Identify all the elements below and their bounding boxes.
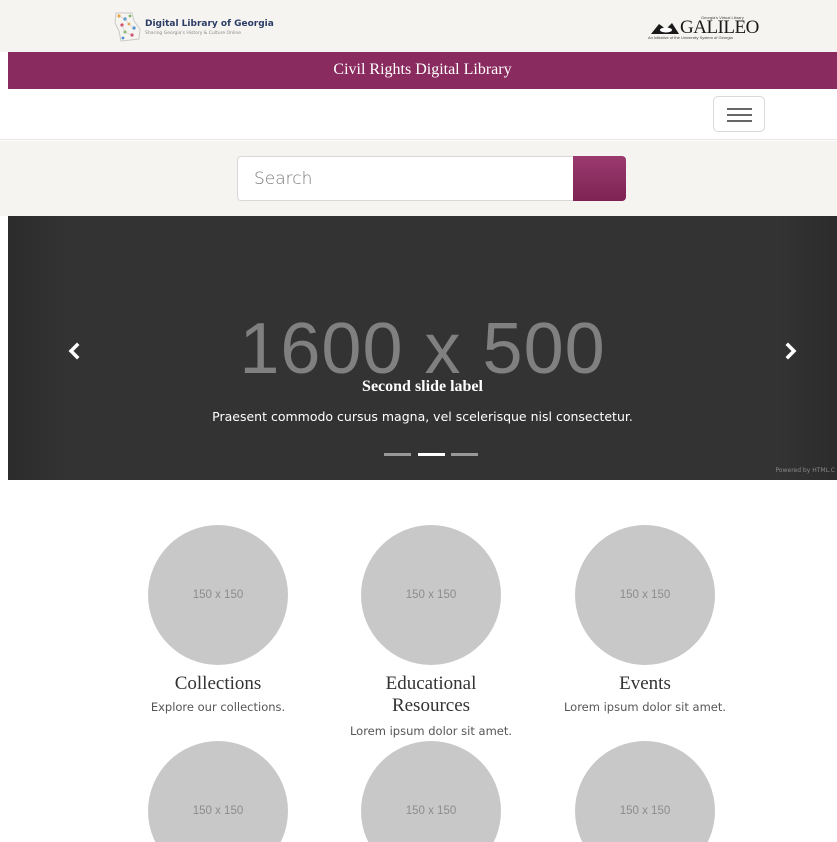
menu-toggle-button[interactable] — [713, 96, 765, 132]
tile-title[interactable]: Collections — [118, 673, 318, 695]
tile-image[interactable]: 150 x 150 — [361, 741, 501, 842]
hero-carousel: 1600 x 500 Second slide label Praesent c… — [8, 216, 837, 480]
tile-image[interactable]: 150 x 150 — [148, 525, 288, 665]
site-title[interactable]: Civil Rights Digital Library — [8, 61, 837, 79]
tile-image[interactable]: 150 x 150 — [575, 741, 715, 842]
carousel-indicator-2[interactable] — [418, 453, 445, 456]
dlg-tagline: Sharing Georgia's History & Culture Onli… — [145, 31, 242, 36]
partner-bar: Digital Library of Georgia Sharing Georg… — [0, 0, 837, 52]
tile-image[interactable]: 150 x 150 — [148, 741, 288, 842]
search-button[interactable] — [573, 156, 626, 201]
tile-description: Explore our collections. — [150, 700, 286, 714]
galileo-logo-link[interactable]: Georgia's Virtual Library GALILEO An Ini… — [648, 15, 759, 41]
search-bar — [0, 141, 837, 216]
powered-by-text: Powered by HTML.C — [775, 467, 835, 474]
carousel-next-icon[interactable] — [776, 336, 806, 366]
tile-description: Lorem ipsum dolor sit amet. — [563, 700, 727, 714]
slide-label: Second slide label — [362, 378, 483, 395]
slide-caption: Praesent commodo cursus magna, vel scele… — [212, 409, 633, 424]
navbar — [0, 89, 837, 140]
tile-title[interactable]: Events — [545, 673, 745, 695]
tile-title[interactable]: Educational Resources — [366, 673, 496, 717]
tile-image[interactable]: 150 x 150 — [575, 525, 715, 665]
tile-description: Lorem ipsum dolor sit amet. — [349, 724, 513, 738]
georgia-map-icon — [114, 12, 141, 42]
search-input[interactable] — [237, 156, 573, 201]
title-bar: Civil Rights Digital Library — [8, 52, 837, 89]
galileo-telescope-icon — [651, 23, 679, 34]
carousel-indicator-1[interactable] — [384, 453, 411, 456]
carousel-indicator-3[interactable] — [451, 453, 478, 456]
tile-image[interactable]: 150 x 150 — [361, 525, 501, 665]
carousel-prev-icon[interactable] — [59, 336, 89, 366]
dlg-title: Digital Library of Georgia — [145, 19, 274, 29]
hamburger-icon — [727, 108, 752, 110]
galileo-subtitle: An Initiative of the University System o… — [648, 35, 733, 40]
dlg-logo-link[interactable]: Digital Library of Georgia Sharing Georg… — [113, 11, 274, 43]
